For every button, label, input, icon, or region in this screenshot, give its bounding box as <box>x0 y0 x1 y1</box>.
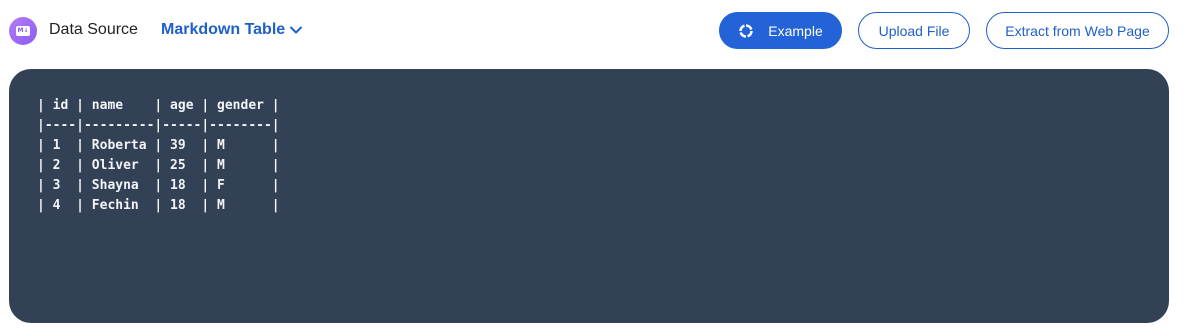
format-select[interactable]: Markdown Table <box>161 19 303 41</box>
example-button-label: Example <box>768 22 823 39</box>
upload-file-button-label: Upload File <box>878 22 950 39</box>
markdown-logo-icon: M↓ <box>9 17 37 45</box>
extract-web-page-button-label: Extract from Web Page <box>1005 22 1150 39</box>
extract-web-page-button[interactable]: Extract from Web Page <box>986 12 1169 49</box>
format-selected-value: Markdown Table <box>161 21 286 38</box>
data-input-editor[interactable]: | id | name | age | gender | |----|-----… <box>9 69 1169 323</box>
example-button[interactable]: Example <box>719 12 842 49</box>
toolbar: M↓ Data Source Markdown Table Example Up… <box>0 0 1185 62</box>
logo-text: M↓ <box>16 26 30 36</box>
chevron-down-icon <box>290 26 303 34</box>
data-source-label: Data Source <box>49 21 138 38</box>
refresh-icon <box>739 23 754 38</box>
editor-content[interactable]: | id | name | age | gender | |----|-----… <box>37 96 1169 216</box>
upload-file-button[interactable]: Upload File <box>858 12 970 49</box>
